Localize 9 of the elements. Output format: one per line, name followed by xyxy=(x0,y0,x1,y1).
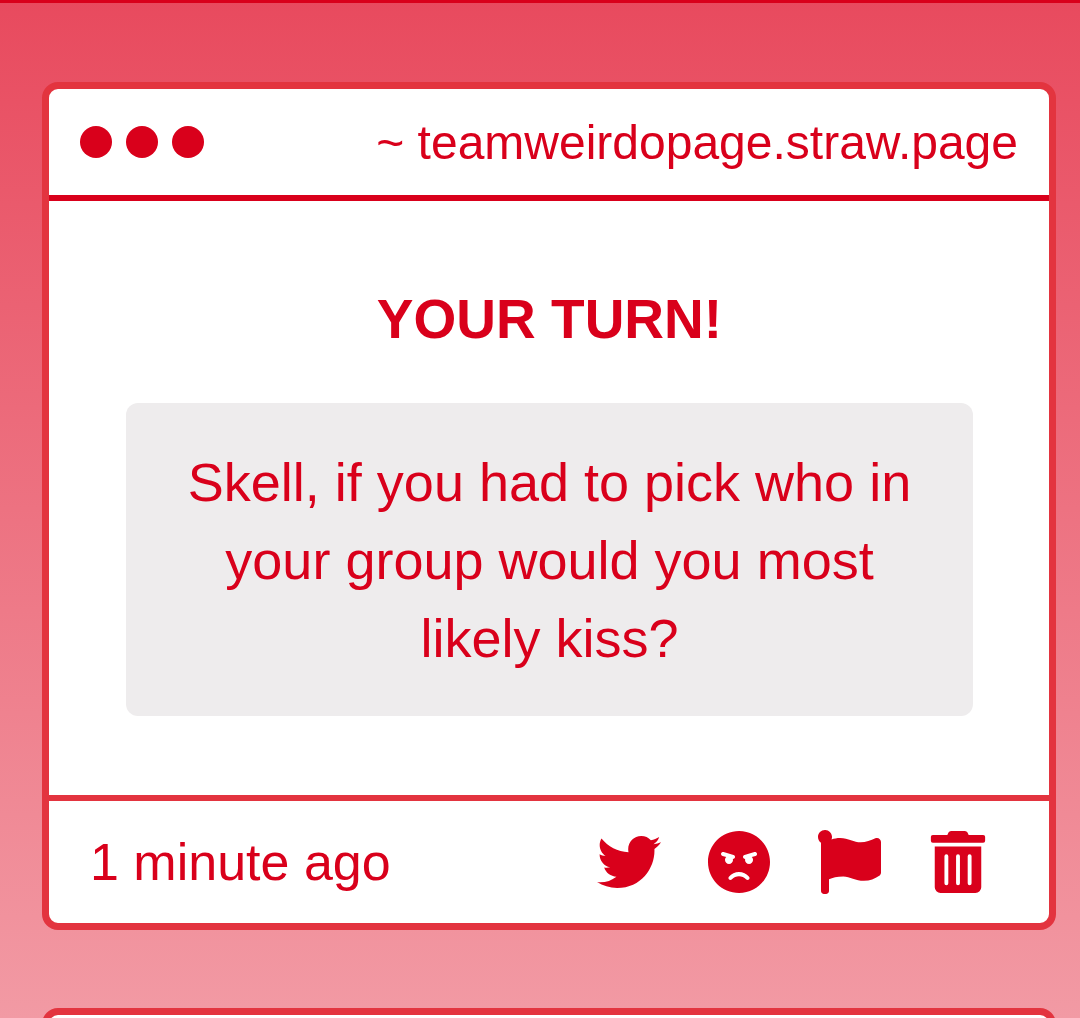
window-dot-icon xyxy=(172,126,204,158)
timestamp: 1 minute ago xyxy=(90,832,391,892)
flag-icon[interactable] xyxy=(817,830,881,894)
window-dot-icon xyxy=(80,126,112,158)
question-text: Skell, if you had to pick who in your group would you most likely kiss? xyxy=(186,450,913,670)
page-url: ~ teamweirdopage.straw.page xyxy=(376,114,1018,170)
card-heading: YOUR TURN! xyxy=(376,289,723,349)
window-dot-icon xyxy=(126,126,158,158)
angry-face-icon[interactable] xyxy=(707,830,771,894)
